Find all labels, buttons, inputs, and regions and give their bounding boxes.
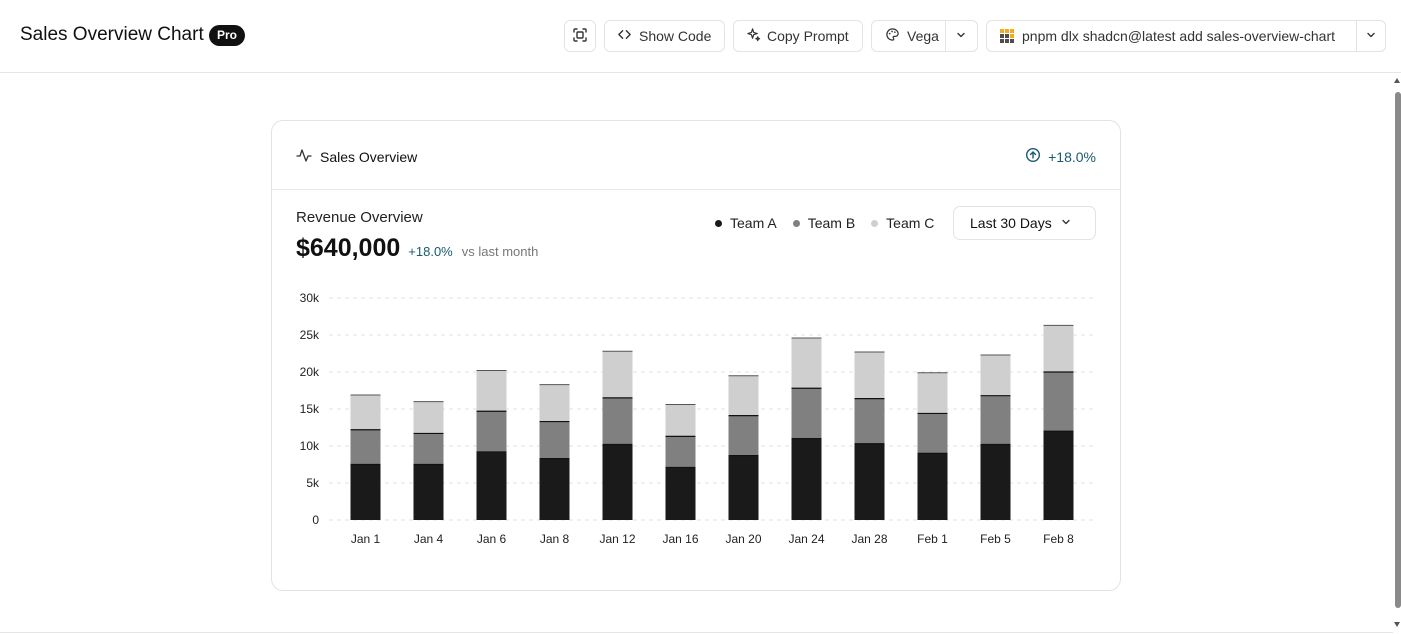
bar-segment-team-a [980, 444, 1011, 520]
bar-segment-team-c [980, 354, 1011, 396]
sales-overview-card: Sales Overview +18.0% Revenue Overview $… [271, 120, 1121, 591]
divider [0, 632, 1393, 633]
palette-icon [885, 27, 900, 45]
bar-segment-team-a [728, 455, 759, 520]
bar-segment-team-b [539, 421, 570, 459]
bar-segment-team-b [413, 433, 444, 465]
sparkles-icon [746, 27, 761, 45]
copy-prompt-label: Copy Prompt [767, 28, 849, 44]
code-brackets-icon [617, 27, 632, 45]
bar-segment-team-a [917, 453, 948, 520]
install-command-dropdown[interactable] [1356, 21, 1385, 51]
bar-segment-team-b [1043, 372, 1074, 432]
x-tick-label: Jan 4 [414, 532, 444, 546]
bar-segment-team-b [791, 388, 822, 439]
bar-segment-team-a [1043, 431, 1074, 520]
bar-segment-team-c [917, 372, 948, 414]
copy-prompt-button[interactable]: Copy Prompt [733, 20, 863, 52]
theme-label: Vega [907, 28, 939, 44]
x-tick-label: Jan 1 [351, 532, 381, 546]
scrollbar-thumb[interactable] [1395, 92, 1401, 608]
bar-segment-team-a [854, 443, 885, 520]
x-tick-label: Jan 20 [725, 532, 761, 546]
install-command-main[interactable]: pnpm dlx shadcn@latest add sales-overvie… [987, 21, 1356, 51]
show-code-label: Show Code [639, 28, 712, 44]
bar-segment-team-b [980, 395, 1011, 445]
show-code-button[interactable]: Show Code [604, 20, 725, 52]
bar-segment-team-c [791, 337, 822, 389]
theme-select[interactable]: Vega [871, 20, 978, 52]
x-tick-label: Jan 8 [540, 532, 570, 546]
x-tick-label: Feb 5 [980, 532, 1011, 546]
bar-segment-team-c [476, 370, 507, 412]
install-command-text: pnpm dlx shadcn@latest add sales-overvie… [1022, 28, 1336, 44]
y-tick-label: 15k [300, 402, 320, 416]
bar-segment-team-b [476, 411, 507, 452]
bar-segment-team-a [665, 467, 696, 520]
focus-frame-icon [572, 27, 588, 46]
x-tick-label: Jan 12 [599, 532, 635, 546]
bar-segment-team-c [350, 394, 381, 430]
y-tick-label: 30k [300, 291, 320, 305]
scroll-up-arrow[interactable] [1394, 78, 1400, 83]
y-tick-label: 10k [300, 439, 320, 453]
bar-segment-team-c [854, 352, 885, 399]
scroll-down-arrow[interactable] [1394, 622, 1400, 627]
x-tick-label: Jan 24 [788, 532, 824, 546]
bar-segment-team-a [350, 464, 381, 520]
x-tick-label: Jan 6 [477, 532, 507, 546]
x-tick-label: Feb 8 [1043, 532, 1074, 546]
fit-view-button[interactable] [564, 20, 596, 52]
x-tick-label: Jan 16 [662, 532, 698, 546]
bar-segment-team-a [791, 438, 822, 520]
bar-segment-team-b [602, 397, 633, 445]
theme-select-main[interactable]: Vega [872, 21, 945, 51]
bar-segment-team-c [602, 351, 633, 398]
theme-dropdown-toggle[interactable] [944, 21, 977, 51]
x-tick-label: Jan 28 [851, 532, 887, 546]
y-tick-label: 20k [300, 365, 320, 379]
y-tick-label: 5k [306, 476, 320, 490]
y-tick-label: 0 [312, 513, 319, 527]
bar-segment-team-c [665, 404, 696, 437]
top-bar: Sales Overview Chart Pro Show Code Copy … [0, 0, 1401, 73]
page-title: Sales Overview Chart [20, 24, 204, 45]
bar-segment-team-b [854, 398, 885, 444]
chevron-down-icon [1365, 28, 1377, 44]
bar-segment-team-c [539, 384, 570, 422]
bar-segment-team-b [665, 436, 696, 468]
bar-segment-team-c [413, 401, 444, 434]
bar-segment-team-b [350, 429, 381, 465]
stacked-bar-chart: 0 5k 10k 15k 20k 25k 30k Jan 1 Jan 4 Jan 6 Jan 8 Ja… [300, 291, 1095, 546]
bar-segment-team-b [917, 413, 948, 454]
x-tick-label: Feb 1 [917, 532, 948, 546]
bar-segment-team-a [476, 451, 507, 520]
pro-badge: Pro [209, 25, 246, 46]
pnpm-logo-icon [1000, 29, 1014, 43]
y-tick-label: 25k [300, 328, 320, 342]
install-command-button[interactable]: pnpm dlx shadcn@latest add sales-overvie… [986, 20, 1386, 52]
bar-segment-team-c [728, 375, 759, 416]
bar-segment-team-a [539, 458, 570, 520]
bar-segment-team-c [1043, 325, 1074, 372]
chevron-down-icon [955, 28, 967, 44]
bar-segment-team-a [413, 464, 444, 520]
bar-segment-team-b [728, 415, 759, 456]
bar-segment-team-a [602, 444, 633, 520]
